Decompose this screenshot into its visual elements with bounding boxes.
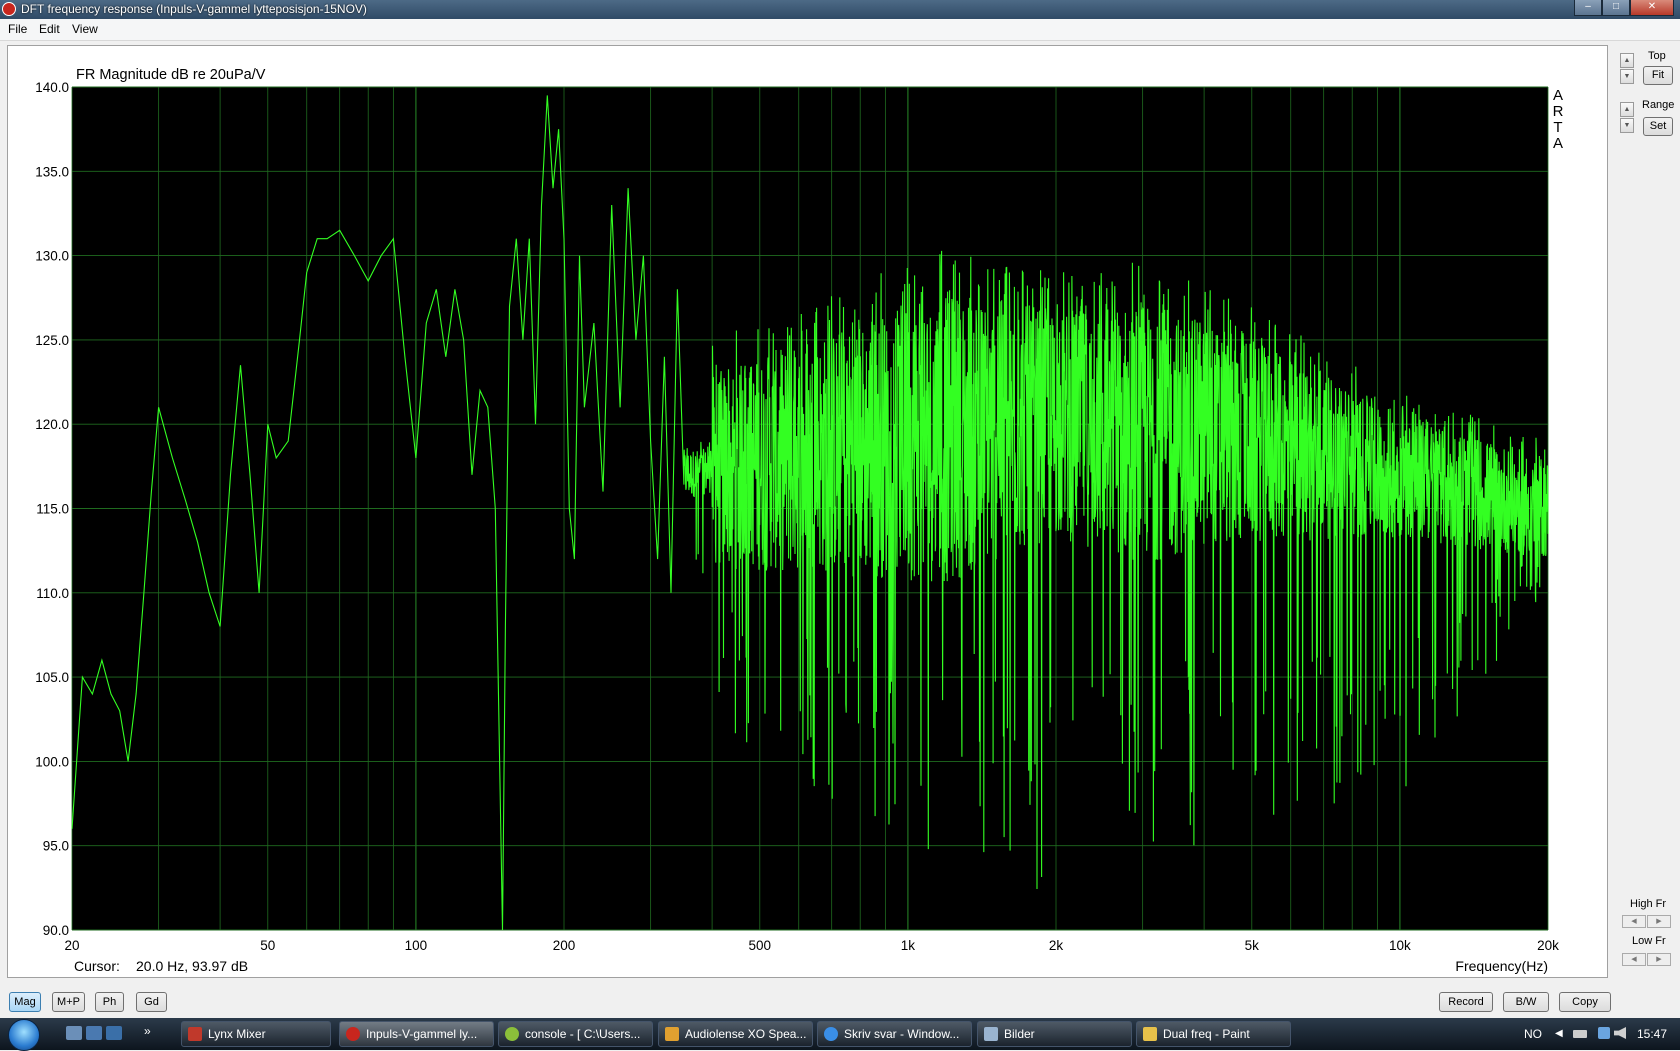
minimize-button[interactable]: –: [1574, 0, 1602, 16]
paint-icon: [1143, 1027, 1157, 1041]
high-fr-left-arrow-icon[interactable]: ◀: [1622, 915, 1646, 928]
task-bilder[interactable]: Bilder: [977, 1021, 1132, 1047]
frequency-response-chart[interactable]: FR Magnitude dB re 20uPa/V ARTA 140.0 135.0…: [8, 46, 1607, 977]
show-desktop-icon[interactable]: [106, 1026, 122, 1040]
fit-button[interactable]: Fit: [1643, 66, 1673, 85]
tray-expand-icon[interactable]: ◀: [1555, 1018, 1563, 1050]
low-fr-label: Low Fr: [1632, 935, 1666, 947]
task-console[interactable]: console - [ C:\Users...: [498, 1021, 653, 1047]
task-label: Dual freq - Paint: [1163, 1027, 1250, 1041]
window-switch-icon[interactable]: [86, 1026, 102, 1040]
mag-button[interactable]: Mag: [9, 992, 41, 1012]
console-icon: [505, 1027, 519, 1041]
top-label: Top: [1648, 50, 1666, 62]
language-indicator[interactable]: NO: [1524, 1018, 1542, 1050]
task-lynx-mixer[interactable]: Lynx Mixer: [181, 1021, 331, 1047]
y-tick-label: 110.0: [36, 586, 69, 601]
y-tick-label: 115.0: [36, 502, 69, 517]
taskbar: » Lynx Mixer Inpuls-V-gammel ly... conso…: [0, 1018, 1680, 1051]
top-down-arrow-icon[interactable]: ▼: [1620, 69, 1634, 84]
arta-watermark-letter: R: [1553, 103, 1564, 120]
y-tick-label: 125.0: [35, 333, 69, 348]
copy-button[interactable]: Copy: [1559, 992, 1611, 1012]
volume-icon[interactable]: [1614, 1027, 1626, 1039]
x-tick-label: 1k: [901, 938, 916, 953]
arta-watermark-letter: A: [1553, 87, 1563, 104]
x-tick-label: 500: [749, 938, 772, 953]
y-tick-label: 140.0: [35, 80, 69, 95]
window-title: DFT frequency response (Inpuls-V-gammel …: [21, 2, 367, 16]
mag-phase-button[interactable]: M+P: [52, 992, 85, 1012]
task-label: Bilder: [1004, 1027, 1035, 1041]
task-label: Inpuls-V-gammel ly...: [366, 1027, 478, 1041]
x-tick-label: 5k: [1245, 938, 1260, 953]
cursor-label: Cursor:: [74, 958, 120, 974]
task-label: Audiolense XO Spea...: [685, 1027, 807, 1041]
title-bar: DFT frequency response (Inpuls-V-gammel …: [0, 0, 1680, 19]
explorer-quicklaunch-icon[interactable]: [66, 1026, 82, 1040]
x-axis-label: Frequency(Hz): [1455, 958, 1548, 974]
start-button[interactable]: [8, 1019, 40, 1051]
x-tick-label: 2k: [1049, 938, 1064, 953]
x-tick-label: 200: [553, 938, 576, 953]
close-button[interactable]: ✕: [1630, 0, 1674, 16]
task-internet-explorer[interactable]: Skriv svar - Window...: [817, 1021, 972, 1047]
task-label: console - [ C:\Users...: [525, 1027, 641, 1041]
menu-edit[interactable]: Edit: [39, 22, 60, 36]
task-arta[interactable]: Inpuls-V-gammel ly...: [339, 1021, 494, 1047]
arta-watermark-letter: A: [1553, 135, 1563, 152]
arta-icon: [346, 1027, 360, 1041]
y-tick-label: 130.0: [35, 249, 69, 264]
y-tick-label: 100.0: [35, 754, 69, 769]
clock[interactable]: 15:47: [1637, 1018, 1667, 1050]
set-button[interactable]: Set: [1643, 117, 1673, 136]
x-tick-label: 20k: [1537, 938, 1559, 953]
x-tick-label: 10k: [1389, 938, 1411, 953]
y-tick-label: 105.0: [35, 670, 69, 685]
low-fr-right-arrow-icon[interactable]: ▶: [1647, 953, 1671, 966]
task-audiolense[interactable]: Audiolense XO Spea...: [658, 1021, 813, 1047]
top-up-arrow-icon[interactable]: ▲: [1620, 53, 1634, 68]
high-fr-label: High Fr: [1630, 898, 1667, 910]
menu-bar: File Edit View: [0, 19, 1680, 41]
range-up-arrow-icon[interactable]: ▲: [1620, 102, 1634, 117]
bw-button[interactable]: B/W: [1503, 992, 1549, 1012]
chart-title: FR Magnitude dB re 20uPa/V: [76, 67, 266, 83]
phase-button[interactable]: Ph: [95, 992, 124, 1012]
network-icon[interactable]: [1573, 1030, 1587, 1038]
y-tick-label: 90.0: [43, 923, 69, 938]
audiolense-icon: [665, 1027, 679, 1041]
task-paint[interactable]: Dual freq - Paint: [1136, 1021, 1291, 1047]
cursor-value: 20.0 Hz, 93.97 dB: [136, 958, 248, 974]
maximize-button[interactable]: □: [1602, 0, 1630, 16]
record-button[interactable]: Record: [1439, 992, 1493, 1012]
range-label: Range: [1642, 99, 1675, 111]
menu-view[interactable]: View: [72, 22, 98, 36]
x-tick-label: 100: [405, 938, 428, 953]
quicklaunch-more-icon[interactable]: »: [144, 1024, 151, 1038]
internet-explorer-icon: [824, 1027, 838, 1041]
task-label: Skriv svar - Window...: [844, 1027, 960, 1041]
group-delay-button[interactable]: Gd: [136, 992, 167, 1012]
lynx-mixer-icon: [188, 1027, 202, 1041]
y-tick-label: 120.0: [35, 417, 69, 432]
connection-icon[interactable]: [1598, 1027, 1610, 1039]
menu-file[interactable]: File: [8, 22, 27, 36]
x-tick-label: 20: [64, 938, 79, 953]
high-fr-right-arrow-icon[interactable]: ▶: [1647, 915, 1671, 928]
plot-frame: FR Magnitude dB re 20uPa/V A R T A 140.0 135.0…: [7, 45, 1608, 978]
low-fr-left-arrow-icon[interactable]: ◀: [1622, 953, 1646, 966]
y-tick-label: 95.0: [43, 839, 69, 854]
folder-icon: [984, 1027, 998, 1041]
x-tick-label: 50: [260, 938, 275, 953]
arta-watermark-letter: T: [1553, 119, 1562, 136]
task-label: Lynx Mixer: [208, 1027, 266, 1041]
range-down-arrow-icon[interactable]: ▼: [1620, 118, 1634, 133]
arta-app-icon: [2, 2, 16, 16]
y-tick-label: 135.0: [35, 164, 69, 179]
